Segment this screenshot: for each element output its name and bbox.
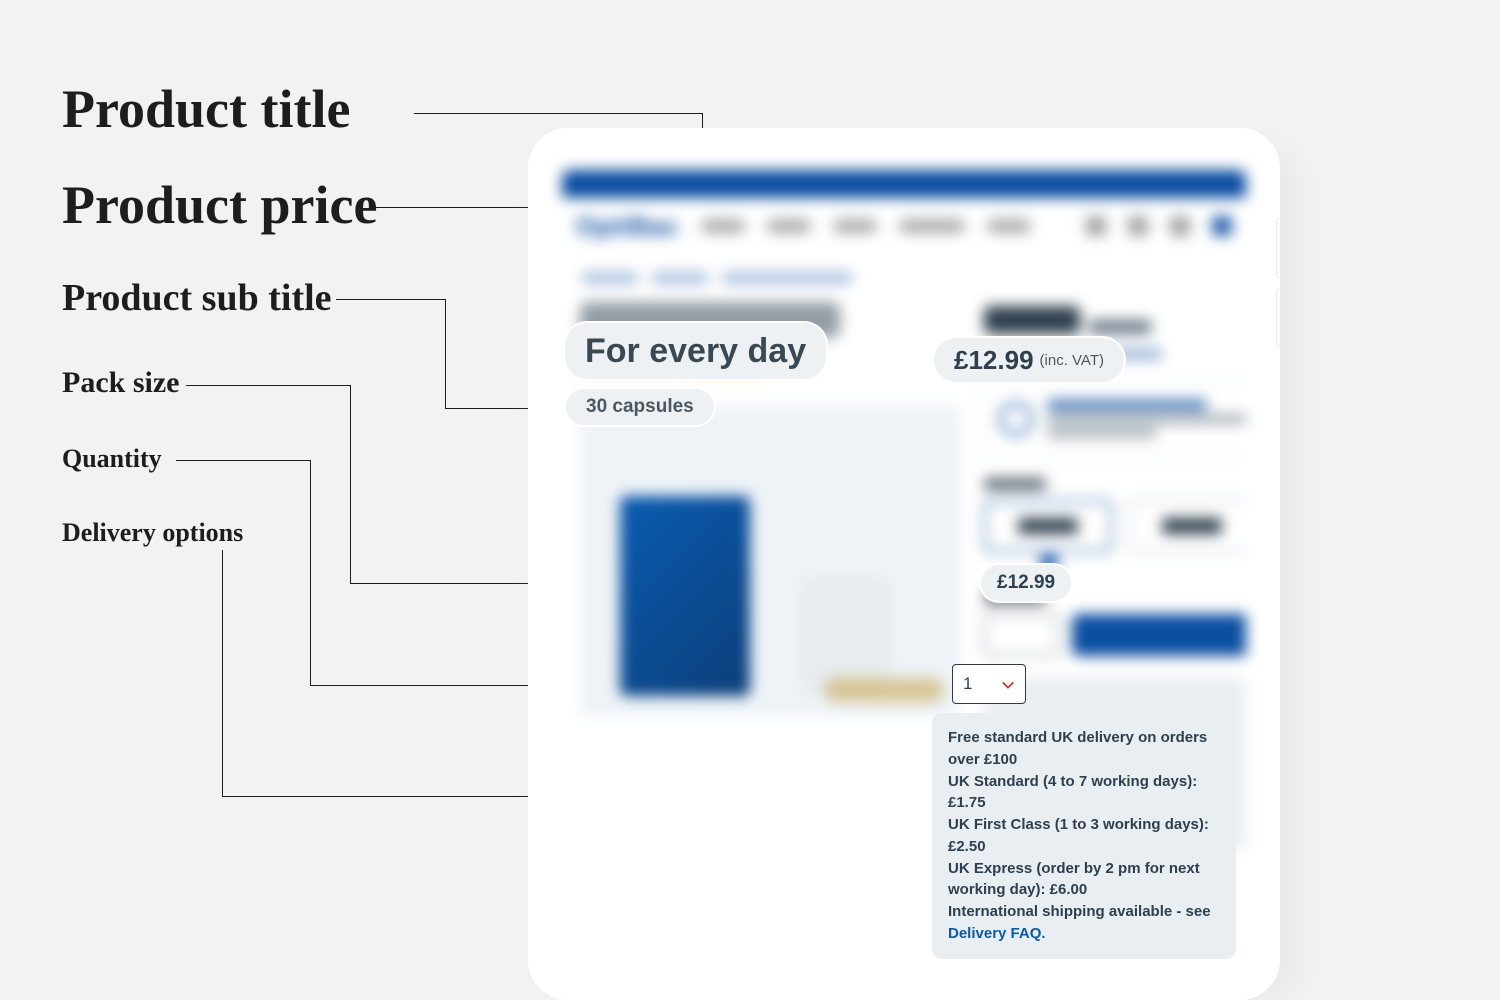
connector (336, 299, 445, 300)
tablet-side-button (1276, 218, 1280, 278)
nav-item[interactable] (987, 219, 1031, 233)
nav-item[interactable] (767, 219, 811, 233)
product-box-graphic (620, 496, 750, 696)
tablet-side-button (1276, 288, 1280, 348)
annotation-delivery: Delivery options (62, 518, 243, 548)
subscription-card[interactable] (984, 382, 1246, 456)
price-note: (inc. VAT) (1040, 352, 1104, 369)
nav-item[interactable] (899, 219, 965, 233)
product-subtitle: 30 capsules (566, 389, 714, 425)
diagram-stage: { "annotations": { "title": "Product tit… (0, 0, 1500, 1000)
annotation-quantity: Quantity (62, 444, 162, 474)
price-note-placeholder (1088, 320, 1152, 334)
connector (445, 299, 446, 408)
chevron-down-icon (1001, 677, 1015, 691)
product-main-column (580, 302, 960, 848)
locale-icon[interactable] (1212, 216, 1232, 236)
quantity-section (984, 592, 1246, 656)
account-icon[interactable] (1170, 216, 1190, 236)
pack-size-label (984, 478, 1046, 490)
cart-icon[interactable] (1128, 216, 1148, 236)
annotation-product-price: Product price (62, 174, 377, 236)
delivery-line: UK Standard (4 to 7 working days): £1.75 (948, 771, 1220, 815)
site-navbar: OptiBac (562, 198, 1246, 254)
product-capsules-graphic (824, 678, 944, 702)
delivery-line: UK Express (order by 2 pm for next worki… (948, 858, 1220, 902)
connector (414, 113, 702, 114)
annotation-pack-size: Pack size (62, 366, 179, 400)
delivery-faq-link[interactable]: Delivery FAQ. (948, 925, 1046, 942)
breadcrumb (582, 272, 1228, 284)
delivery-line: UK First Class (1 to 3 working days): £2… (948, 814, 1220, 858)
connector (222, 550, 223, 796)
promo-topbar (562, 170, 1246, 198)
search-icon[interactable] (1086, 216, 1106, 236)
delivery-line: Free standard UK delivery on orders over… (948, 727, 1220, 771)
pack-size-section (984, 478, 1246, 552)
nav-item[interactable] (833, 219, 877, 233)
delivery-line: International shipping available - see D… (948, 901, 1220, 945)
connector (186, 385, 350, 386)
quantity-select-placeholder[interactable] (984, 614, 1058, 656)
connector (350, 385, 351, 583)
annotation-product-title: Product title (62, 78, 350, 140)
nav-item[interactable] (701, 219, 745, 233)
refresh-icon (999, 402, 1033, 436)
pack-option-1[interactable] (984, 500, 1112, 552)
product-price: £12.99 (inc. VAT) (934, 338, 1124, 382)
price-placeholder (984, 306, 1080, 334)
quantity-select[interactable]: 1 (952, 664, 1026, 704)
pack-price-selected: £12.99 (981, 565, 1071, 601)
connector (310, 460, 311, 685)
add-to-basket-button[interactable] (1072, 614, 1246, 656)
price-value: £12.99 (954, 345, 1034, 376)
pack-option-2[interactable] (1128, 500, 1246, 552)
price-row (984, 306, 1246, 334)
product-title: For every day (565, 323, 826, 379)
quantity-value: 1 (963, 674, 972, 694)
annotation-subtitle: Product sub title (62, 276, 332, 320)
delivery-options-card: Free standard UK delivery on orders over… (932, 713, 1236, 959)
delivery-intl-text: International shipping available - see (948, 903, 1211, 920)
brand-logo: OptiBac (576, 211, 679, 242)
connector (176, 460, 310, 461)
product-image (580, 406, 960, 716)
